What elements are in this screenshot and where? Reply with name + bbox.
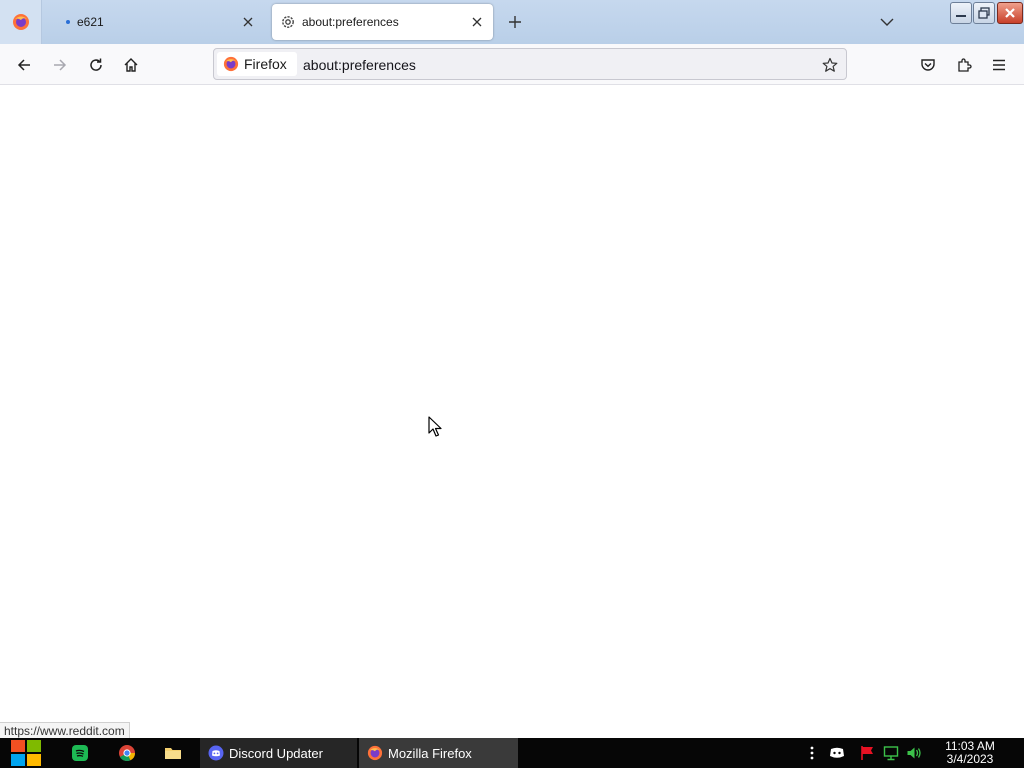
window-close-button[interactable]: [997, 2, 1023, 24]
taskbar-task-discord-updater[interactable]: Discord Updater: [200, 738, 357, 768]
firefox-view-button[interactable]: [0, 0, 42, 44]
page-content: [0, 85, 1024, 738]
task-label: Discord Updater: [229, 745, 323, 761]
minimize-icon: [956, 15, 966, 17]
restore-icon: [978, 7, 990, 19]
status-link-preview: https://www.reddit.com: [0, 722, 130, 738]
taskbar: Discord Updater Mozilla Firefox 11:03 AM: [0, 738, 1024, 768]
firefox-icon: [367, 745, 383, 761]
home-button[interactable]: [118, 52, 144, 78]
minimize-button[interactable]: [950, 2, 972, 24]
forward-button[interactable]: [47, 52, 73, 78]
restore-button[interactable]: [973, 2, 995, 24]
gear-icon: [282, 16, 294, 28]
url-bar[interactable]: Firefox about:preferences: [213, 48, 847, 80]
reload-icon: [90, 58, 102, 71]
menu-icon: [993, 59, 1005, 71]
pocket-icon: [921, 59, 935, 71]
extensions-icon: [958, 58, 972, 72]
screen: e621 about:preferences Firefox about:pre…: [0, 0, 1024, 768]
tab-strip: e621 about:preferences: [0, 0, 1024, 44]
url-text[interactable]: about:preferences: [303, 57, 416, 73]
chevron-down-icon: [880, 18, 894, 26]
new-tab-button[interactable]: [504, 11, 526, 33]
task-label: Mozilla Firefox: [388, 745, 472, 761]
firefox-icon: [223, 56, 239, 72]
volume-icon[interactable]: [905, 744, 923, 762]
tab-title: about:preferences: [302, 15, 399, 29]
close-icon[interactable]: [240, 14, 256, 30]
app-menu-button[interactable]: [986, 52, 1012, 78]
clock[interactable]: 11:03 AM 3/4/2023: [936, 740, 1004, 766]
tab-title: e621: [77, 15, 104, 29]
forward-icon: [54, 59, 67, 71]
home-icon: [124, 58, 138, 72]
back-button[interactable]: [11, 52, 37, 78]
windows-start-icon[interactable]: [10, 739, 43, 767]
back-icon: [17, 59, 30, 71]
chrome-icon[interactable]: [117, 743, 137, 763]
bookmark-star-button[interactable]: [820, 55, 840, 75]
mouse-cursor-icon: [428, 416, 442, 437]
star-icon: [822, 57, 838, 72]
network-icon[interactable]: [882, 744, 900, 762]
discord-icon: [208, 745, 224, 761]
folder-icon[interactable]: [163, 743, 183, 763]
extensions-button[interactable]: [951, 52, 977, 78]
close-icon: [1005, 8, 1015, 18]
clock-date: 3/4/2023: [946, 752, 994, 766]
spotify-icon[interactable]: [70, 743, 90, 763]
plus-icon: [509, 16, 521, 28]
pocket-button[interactable]: [915, 52, 941, 78]
discord-icon[interactable]: [828, 744, 846, 762]
close-icon[interactable]: [469, 14, 485, 30]
navigation-toolbar: Firefox about:preferences: [0, 44, 1024, 85]
identity-label: Firefox: [244, 56, 287, 72]
tab-preferences[interactable]: about:preferences: [272, 4, 493, 40]
tab-e621[interactable]: e621: [48, 4, 264, 40]
list-all-tabs-button[interactable]: [877, 12, 897, 32]
firefox-icon: [12, 14, 29, 30]
overflow-icon[interactable]: [803, 744, 821, 762]
taskbar-task-mozilla-firefox[interactable]: Mozilla Firefox: [359, 738, 518, 768]
flag-icon[interactable]: [858, 744, 876, 762]
tab-attention-dot: [66, 20, 70, 24]
identity-box[interactable]: Firefox: [217, 52, 297, 76]
reload-button[interactable]: [83, 52, 109, 78]
